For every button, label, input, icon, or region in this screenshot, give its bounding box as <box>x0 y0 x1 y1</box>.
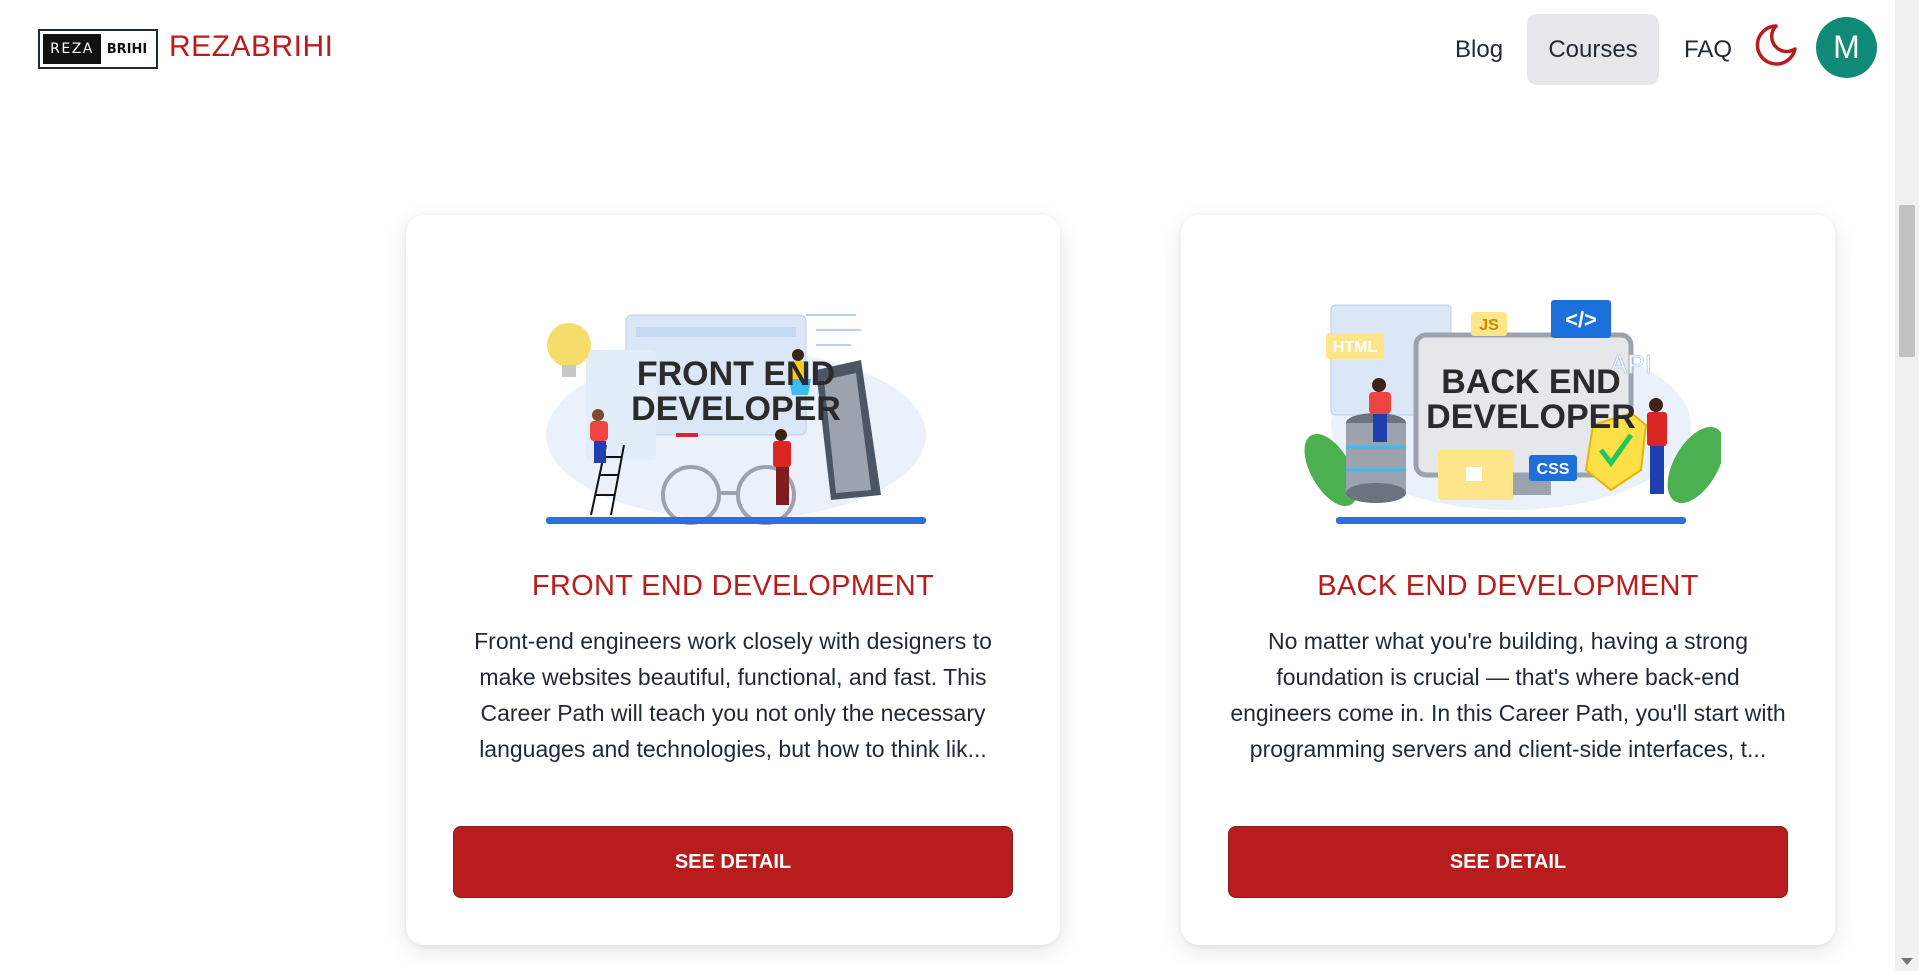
course-description: No matter what you're building, having a… <box>1230 628 1786 762</box>
moon-icon[interactable] <box>1752 22 1798 68</box>
frontend-illustration: FRONT END DEVELOPER <box>546 314 926 525</box>
js-tag: JS <box>1479 317 1499 334</box>
see-detail-button[interactable]: SEE DETAIL <box>1228 826 1788 898</box>
course-description: Front-end engineers work closely with de… <box>474 628 992 762</box>
course-title: BACK END DEVELOPMENT <box>1317 570 1699 602</box>
site-header: REZA BRIHI REZABRIHI Blog Courses FAQ M <box>0 0 1895 100</box>
nav-blog[interactable]: Blog <box>1431 14 1527 85</box>
frontend-illustration-line1: FRONT END <box>637 355 835 393</box>
backend-illustration: JS </> HTML API CSS BACK END DEVELOPER <box>1304 300 1721 524</box>
logo-left-text: REZA <box>43 34 101 64</box>
page-scrollbar[interactable] <box>1895 0 1919 971</box>
backend-illustration-line1: BACK END <box>1441 363 1620 401</box>
frontend-illustration-line2: DEVELOPER <box>631 390 841 428</box>
code-tag: </> <box>1565 307 1597 332</box>
course-card-backend: JS </> HTML API CSS BACK END DEVELOPER B… <box>1181 215 1835 945</box>
nav-courses[interactable]: Courses <box>1527 14 1659 85</box>
course-title: FRONT END DEVELOPMENT <box>531 570 935 602</box>
site-logo[interactable]: REZA BRIHI <box>38 29 158 69</box>
nav-faq[interactable]: FAQ <box>1660 14 1756 85</box>
logo-right-text: BRIHI <box>106 41 148 57</box>
scroll-down-arrow-icon[interactable] <box>1901 958 1913 965</box>
html-tag: HTML <box>1333 339 1378 356</box>
scrollbar-thumb[interactable] <box>1899 205 1915 357</box>
see-detail-button[interactable]: SEE DETAIL <box>453 826 1013 898</box>
course-card-frontend: FRONT END DEVELOPER FRONT END DEVELOPMEN… <box>406 215 1060 945</box>
backend-illustration-line2: DEVELOPER <box>1426 398 1636 436</box>
css-tag: CSS <box>1537 461 1570 478</box>
brand-name[interactable]: REZABRIHI <box>169 30 334 64</box>
user-avatar[interactable]: M <box>1816 17 1877 78</box>
